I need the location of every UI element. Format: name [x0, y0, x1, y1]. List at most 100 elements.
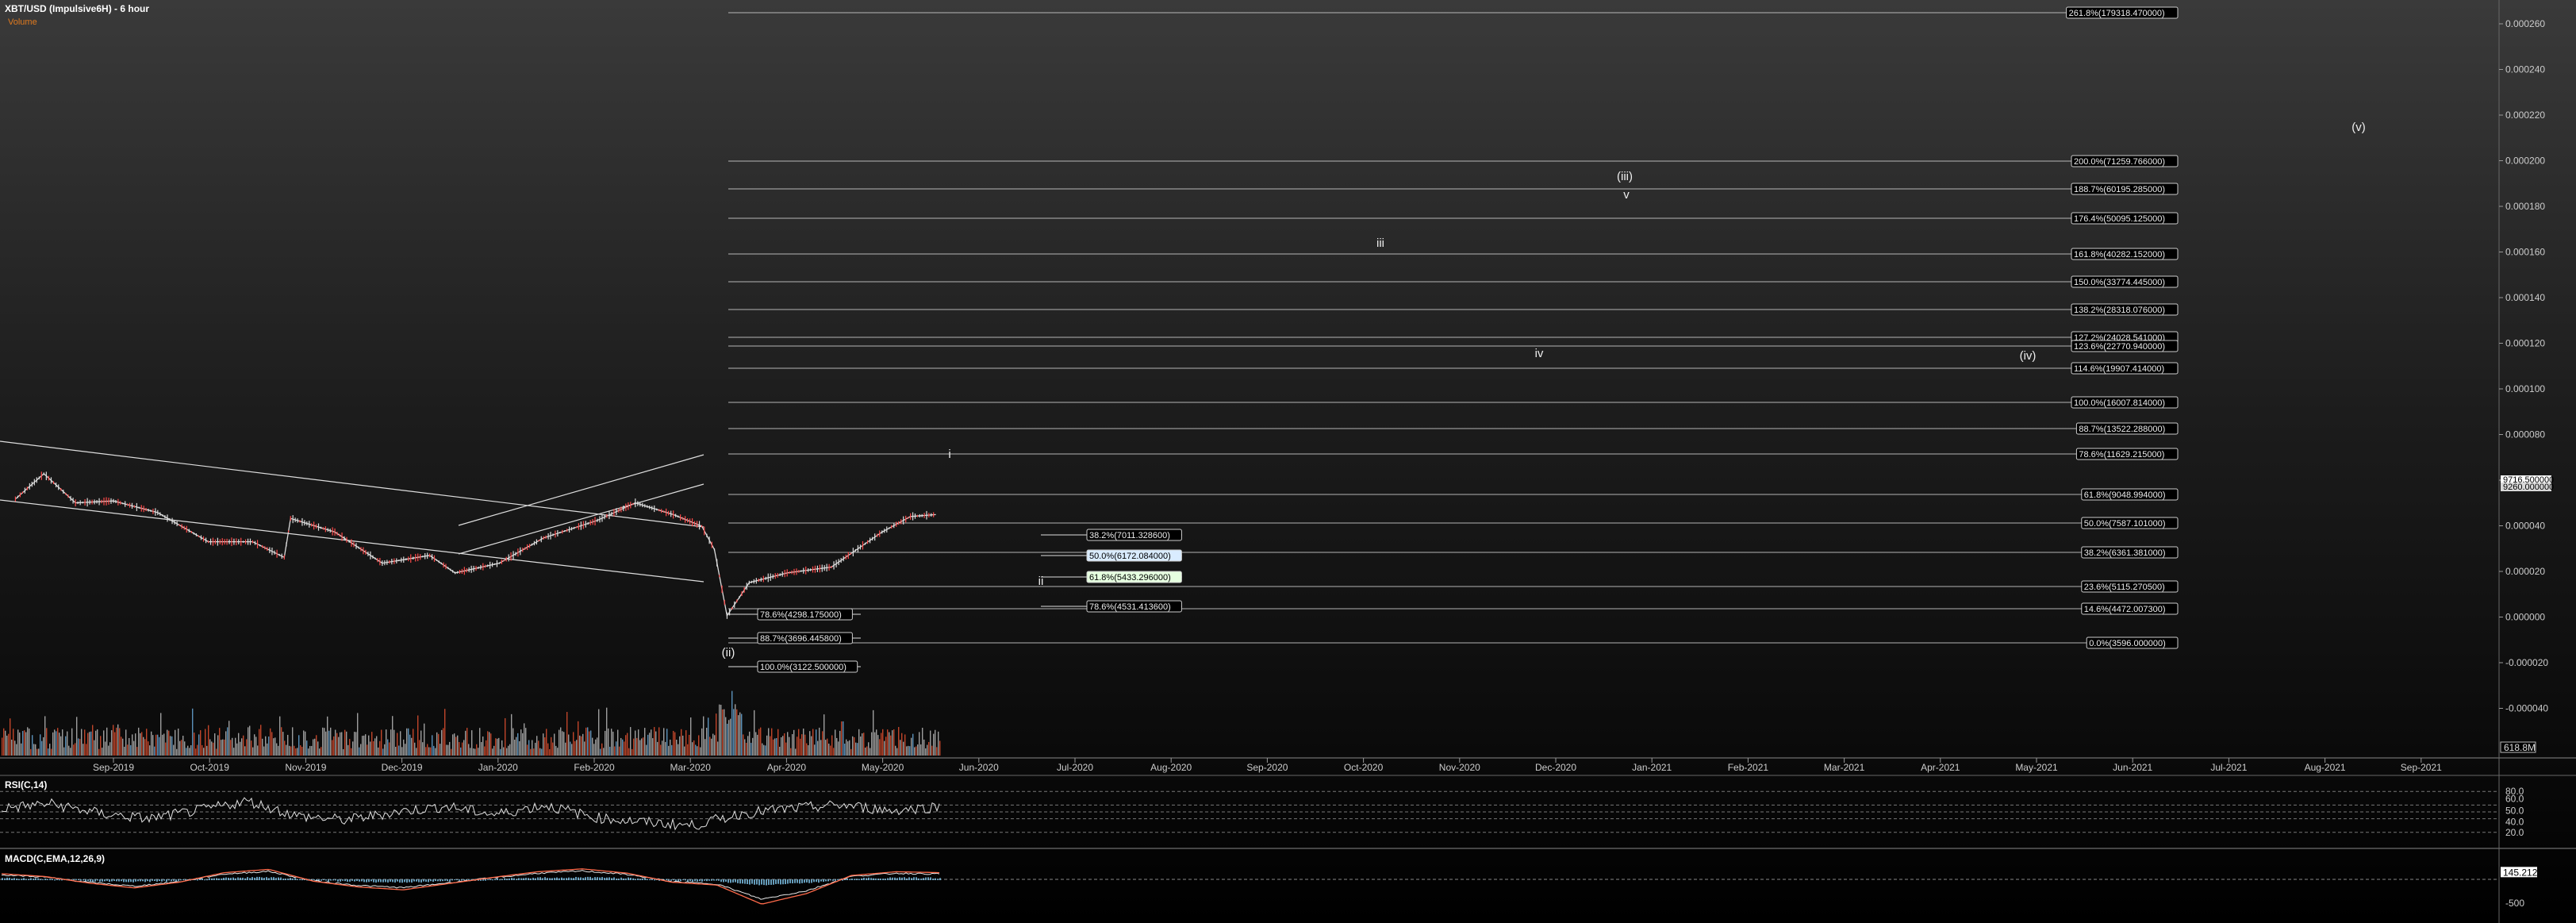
macd-histogram-bar: [580, 877, 582, 880]
macd-histogram-bar: [718, 879, 720, 881]
volume-bar: [682, 735, 684, 756]
fib-retracement-label: 78.6%(4531.413600): [1089, 602, 1171, 612]
macd-histogram-bar: [777, 879, 779, 884]
volume-bar: [6, 735, 8, 756]
macd-histogram-bar: [899, 877, 900, 880]
wave-label: iii: [1376, 237, 1384, 250]
volume-bar: [676, 740, 678, 756]
volume-bar: [297, 748, 298, 756]
macd-histogram-bar: [375, 879, 377, 883]
macd-histogram-bar: [13, 878, 15, 880]
volume-bar: [317, 741, 319, 756]
macd-histogram-bar: [163, 879, 165, 881]
macd-histogram-bar: [908, 877, 910, 880]
volume-bar: [844, 744, 846, 756]
macd-histogram-bar: [242, 877, 244, 880]
macd-histogram-bar: [697, 879, 698, 882]
macd-histogram-bar: [516, 879, 517, 880]
chart-canvas[interactable]: 0.000260 0.000240 0.000220 0.000200 0.000180…: [0, 0, 2576, 923]
macd-histogram-bar: [594, 877, 596, 880]
macd-histogram-bar: [90, 879, 91, 882]
volume-bar: [76, 717, 78, 756]
macd-histogram-bar: [682, 879, 684, 881]
trendline: [458, 483, 704, 555]
macd-histogram-bar: [132, 879, 134, 883]
volume-bar: [124, 746, 125, 756]
x-tick-label: Jul-2020: [1057, 762, 1093, 773]
macd-histogram-bar: [606, 877, 608, 880]
volume-bar: [420, 730, 422, 756]
volume-bar: [265, 736, 267, 756]
volume-bar: [744, 739, 746, 756]
macd-histogram-bar: [213, 878, 215, 880]
fib-extension-label: 100.0%(16007.814000): [2074, 398, 2165, 408]
volume-bar: [49, 744, 51, 756]
macd-histogram-bar: [332, 879, 334, 881]
macd-histogram-bar: [78, 879, 79, 880]
fib-extension-label: 138.2%(28318.076000): [2074, 306, 2165, 315]
macd-histogram-bar: [313, 879, 315, 881]
macd-histogram-bar: [708, 879, 710, 881]
macd-histogram-bar: [428, 879, 429, 883]
macd-axis-label: -500: [2505, 898, 2524, 909]
macd-histogram-bar: [737, 879, 739, 883]
volume-bar: [925, 748, 927, 756]
volume-bar: [660, 744, 662, 756]
volume-bar: [511, 713, 513, 756]
volume-bar: [392, 716, 394, 756]
macd-histogram-bar: [539, 877, 541, 880]
rsi-axis-label: 40.0: [2505, 817, 2524, 828]
fib-extension-label: 261.8%(179318.470000): [2069, 9, 2165, 18]
volume-bar: [87, 733, 89, 756]
macd-histogram-bar: [111, 879, 113, 882]
macd-histogram-bar: [856, 879, 858, 880]
volume-bar: [130, 744, 132, 756]
volume-bar: [224, 739, 225, 756]
macd-histogram-bar: [699, 879, 701, 882]
volume-bar: [197, 744, 198, 756]
volume-bar: [619, 746, 620, 756]
volume-bar: [693, 740, 695, 756]
volume-bar: [454, 733, 455, 756]
y-tick-label: 0.000160: [2505, 247, 2545, 258]
macd-histogram-bar: [535, 878, 536, 880]
volume-bar: [446, 744, 447, 756]
volume-bar: [611, 729, 612, 756]
fib-extension-label: 78.6%(11629.215000): [2079, 450, 2164, 460]
macd-histogram-bar: [618, 879, 620, 880]
macd-histogram-bar: [832, 879, 834, 881]
volume-bar: [416, 748, 417, 756]
volume-bar: [116, 727, 117, 756]
volume-bar: [547, 743, 549, 756]
volume-bar: [846, 739, 847, 756]
volume-bar: [930, 730, 931, 756]
macd-histogram-bar: [290, 878, 291, 880]
macd-histogram-bar: [351, 879, 353, 881]
volume-bar: [5, 730, 6, 756]
volume-bar: [460, 747, 462, 756]
volume-bar: [804, 734, 806, 756]
macd-histogram-bar: [537, 877, 539, 880]
macd-histogram-bar: [485, 879, 486, 881]
volume-bar: [100, 736, 102, 756]
macd-histogram-bar: [911, 878, 912, 880]
macd-histogram-bar: [932, 878, 934, 880]
volume-bar: [143, 736, 144, 756]
volume-bar: [538, 740, 539, 756]
volume-bar: [428, 747, 430, 756]
macd-histogram-bar: [30, 878, 32, 880]
macd-histogram-bar: [742, 879, 743, 884]
macd-histogram-bar: [259, 876, 260, 880]
volume-bar: [720, 705, 722, 756]
macd-histogram-bar: [394, 879, 396, 883]
macd-histogram-bar: [409, 879, 410, 883]
volume-bar: [598, 709, 600, 756]
volume-bar: [344, 729, 346, 756]
macd-histogram-bar: [623, 878, 624, 880]
x-tick-label: Mar-2020: [670, 762, 712, 773]
volume-bar: [282, 732, 284, 756]
volume-bar: [701, 728, 703, 756]
macd-histogram-bar: [520, 878, 522, 880]
volume-bar: [674, 732, 676, 756]
volume-bar: [19, 732, 21, 756]
